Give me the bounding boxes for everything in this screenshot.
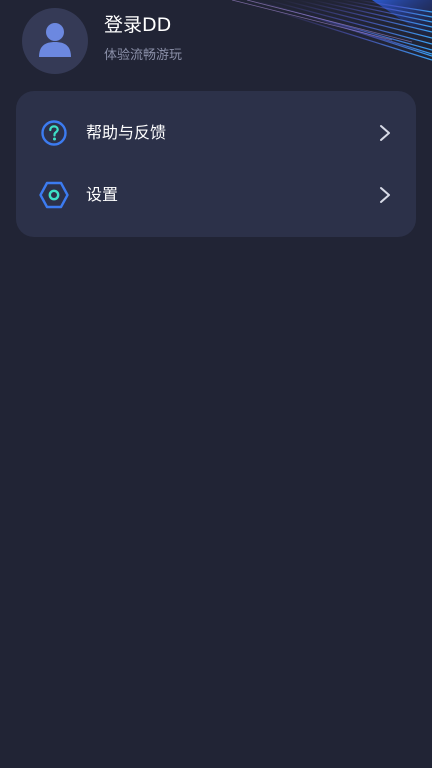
menu-item-help-feedback[interactable]: 帮助与反馈 <box>16 102 416 164</box>
menu-item-settings[interactable]: 设置 <box>16 164 416 226</box>
help-icon <box>39 118 69 148</box>
menu-item-label: 帮助与反馈 <box>86 123 167 142</box>
user-icon <box>35 19 75 63</box>
login-title[interactable]: 登录DD <box>104 13 182 37</box>
login-profile-header[interactable]: 登录DD 体验流畅游玩 <box>22 8 182 74</box>
header-light-decoration <box>172 0 432 90</box>
avatar[interactable] <box>22 8 88 74</box>
menu-item-label: 设置 <box>86 185 119 204</box>
chevron-right-icon <box>378 185 392 205</box>
settings-icon <box>39 180 69 210</box>
profile-page: 登录DD 体验流畅游玩 帮助与反馈 设置 <box>0 0 432 768</box>
login-subtitle: 体验流畅游玩 <box>104 48 183 63</box>
chevron-right-icon <box>378 123 392 143</box>
menu-card: 帮助与反馈 设置 <box>16 91 416 237</box>
